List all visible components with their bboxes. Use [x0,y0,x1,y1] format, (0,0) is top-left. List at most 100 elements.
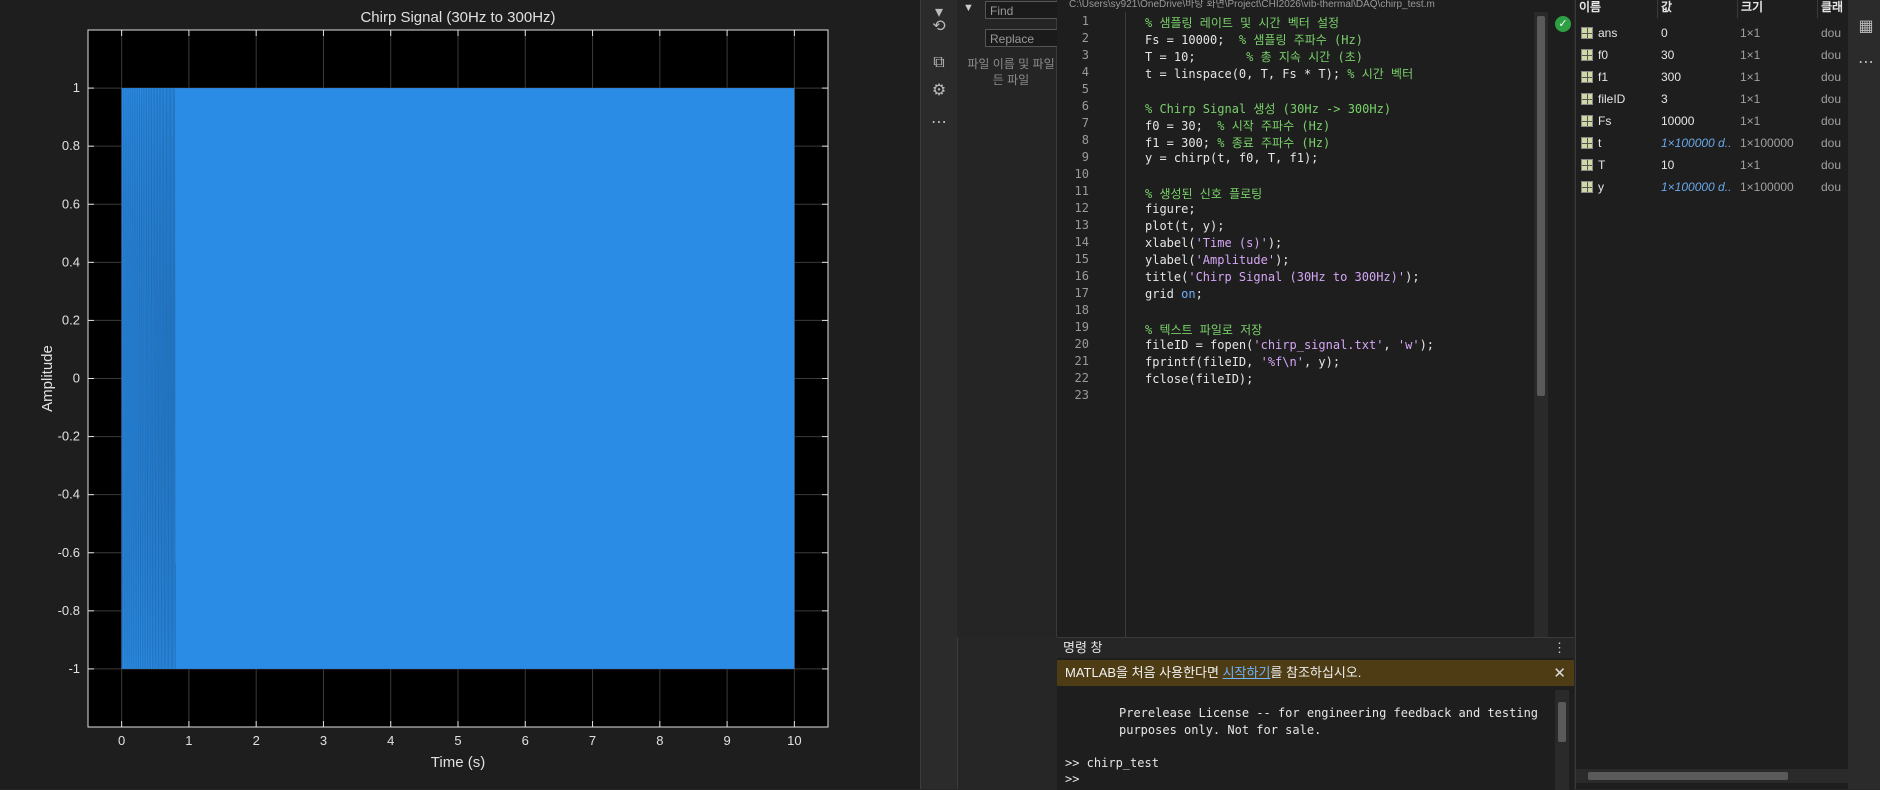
find-input[interactable]: Find [985,1,1065,19]
column-header-class[interactable]: 클래 [1818,0,1848,18]
variable-value: 0 [1661,26,1668,40]
y-tick-label: -0.6 [58,545,80,560]
line-number: 15 [1074,252,1089,266]
workspace-row-fileID[interactable]: fileID 3 1×1 dou [1576,88,1848,110]
y-tick-label: 0.6 [62,196,80,211]
workspace-scroll-thumb[interactable] [1588,772,1788,780]
code-line: % Chirp Signal 생성 (30Hz -> 300Hz) [1145,102,1392,116]
x-tick-label: 1 [185,733,192,748]
column-header-size[interactable]: 크기 [1738,0,1818,18]
line-number: 2 [1081,31,1089,45]
variable-class: dou [1821,114,1842,128]
y-tick-label: 0.2 [62,312,80,327]
chirp-signal-band [121,88,795,669]
x-tick-label: 5 [454,733,461,748]
variable-size: 1×1 [1740,158,1761,172]
command-window[interactable]: 명령 창 ⋮ MATLAB을 처음 사용한다면 시작하기를 참조하십시오. ✕ … [1057,637,1574,790]
workspace-scrollbar[interactable] [1576,769,1848,783]
command-scroll-thumb[interactable] [1558,702,1566,742]
code-line: f1 = 300; % 종료 주파수 (Hz) [1145,136,1331,150]
x-axis-label: Time (s) [431,754,485,771]
workspace-row-Fs[interactable]: Fs 10000 1×1 dou [1576,110,1848,132]
line-number: 12 [1074,201,1089,215]
apps-icon[interactable]: ⚙ [927,78,951,102]
code-line: Fs = 10000; % 샘플링 주파수 (Hz) [1145,33,1363,47]
variable-size: 1×1 [1740,48,1761,62]
code-line: xlabel('Time (s)'); [1145,236,1283,250]
variable-class: dou [1821,180,1842,194]
line-number: 11 [1074,184,1089,198]
line-number: 22 [1074,371,1089,385]
line-number: 16 [1074,269,1089,283]
command-prompt[interactable]: >> [1065,772,1079,786]
variable-size: 1×1 [1740,26,1761,40]
variable-value: 1×100000 d... [1661,136,1731,150]
replace-input[interactable]: Replace [985,29,1065,47]
y-tick-label: -0.4 [58,487,80,502]
variable-name: T [1598,158,1606,172]
workspace-toggle-icon[interactable]: ▦ [1854,14,1878,38]
matrix-icon [1581,137,1593,149]
getting-started-link[interactable]: 시작하기 [1223,665,1271,680]
column-header-value[interactable]: 값 [1658,0,1738,18]
line-number: 1 [1081,14,1089,28]
variable-value: 10 [1661,158,1675,172]
workspace-row-f0[interactable]: f0 30 1×1 dou [1576,44,1848,66]
banner-text-end: 를 참조하십시오. [1270,665,1362,680]
history-icon[interactable]: ⟲ [927,14,951,38]
license-line: purposes only. Not for sale. [1119,723,1322,737]
code-line: title('Chirp Signal (30Hz to 300Hz)'); [1145,270,1420,284]
y-tick-label: 0 [73,371,80,386]
line-number-gutter: 1 2 3 4 5 6 7 8 9 10 11 12 13 14 15 16 17 18 19 20 21 22 23 [1057,12,1126,637]
matrix-icon [1581,71,1593,83]
matrix-icon [1581,27,1593,39]
collapse-find-icon[interactable]: ▼ [963,2,974,14]
find-hint-line1: 파일 이름 및 파일 [967,57,1055,71]
variable-class: dou [1821,158,1842,172]
column-header-name[interactable]: 이름 [1576,0,1658,18]
matrix-icon [1581,115,1593,127]
find-panel: ▼ Find Replace 파일 이름 및 파일 든 파일 [957,0,1065,637]
x-tick-label: 7 [589,733,596,748]
line-number: 7 [1081,116,1089,130]
find-files-icon[interactable]: ⧉ [927,50,951,74]
command-window-header: 명령 창 ⋮ [1057,638,1574,658]
line-number: 23 [1074,388,1089,402]
command-scrollbar[interactable] [1555,690,1569,790]
workspace-row-t[interactable]: t 1×100000 d... 1×100000 dou [1576,132,1848,154]
variable-value: 1×100000 d... [1661,180,1731,194]
more-icon[interactable]: ⋯ [927,110,951,134]
editor-scrollbar[interactable] [1534,12,1548,637]
code-editor[interactable]: C:\Users\sy921\OneDrive\바탕 화면\Project\CH… [1057,0,1574,637]
line-number: 19 [1074,320,1089,334]
line-number: 6 [1081,99,1089,113]
side-toolbar: ▾ ⟲ ⧉ ⚙ ⋯ [920,0,958,789]
command-window-menu-icon[interactable]: ⋮ [1553,638,1566,658]
code-ok-icon: ✓ [1555,16,1571,32]
workspace-row-ans[interactable]: ans 0 1×1 dou [1576,22,1848,44]
workspace-row-f1[interactable]: f1 300 1×1 dou [1576,66,1848,88]
x-tick-label: 10 [787,733,801,748]
variable-name: f1 [1598,70,1609,84]
line-number: 13 [1074,218,1089,232]
more-icon[interactable]: ⋯ [1854,50,1878,74]
variable-size: 1×100000 [1740,180,1794,194]
file-path: C:\Users\sy921\OneDrive\바탕 화면\Project\CH… [1069,0,1435,10]
matrix-icon [1581,181,1593,193]
editor-scroll-thumb[interactable] [1537,16,1545,396]
matrix-icon [1581,49,1593,61]
y-tick-label: -1 [68,661,80,676]
command-window-title: 명령 창 [1063,640,1103,655]
line-number: 10 [1074,167,1089,181]
workspace-row-y[interactable]: y 1×100000 d... 1×100000 dou [1576,176,1848,198]
y-tick-label: 0.4 [62,254,80,269]
workspace-row-T[interactable]: T 10 1×1 dou [1576,154,1848,176]
find-hint: 파일 이름 및 파일 든 파일 [961,56,1061,88]
line-number: 8 [1081,133,1089,147]
license-line: Prerelease License -- for engineering fe… [1119,706,1539,720]
variable-size: 1×100000 [1740,136,1794,150]
code-line: plot(t, y); [1145,219,1225,233]
close-icon[interactable]: ✕ [1553,660,1566,686]
x-tick-label: 9 [723,733,730,748]
variable-size: 1×1 [1740,92,1761,106]
